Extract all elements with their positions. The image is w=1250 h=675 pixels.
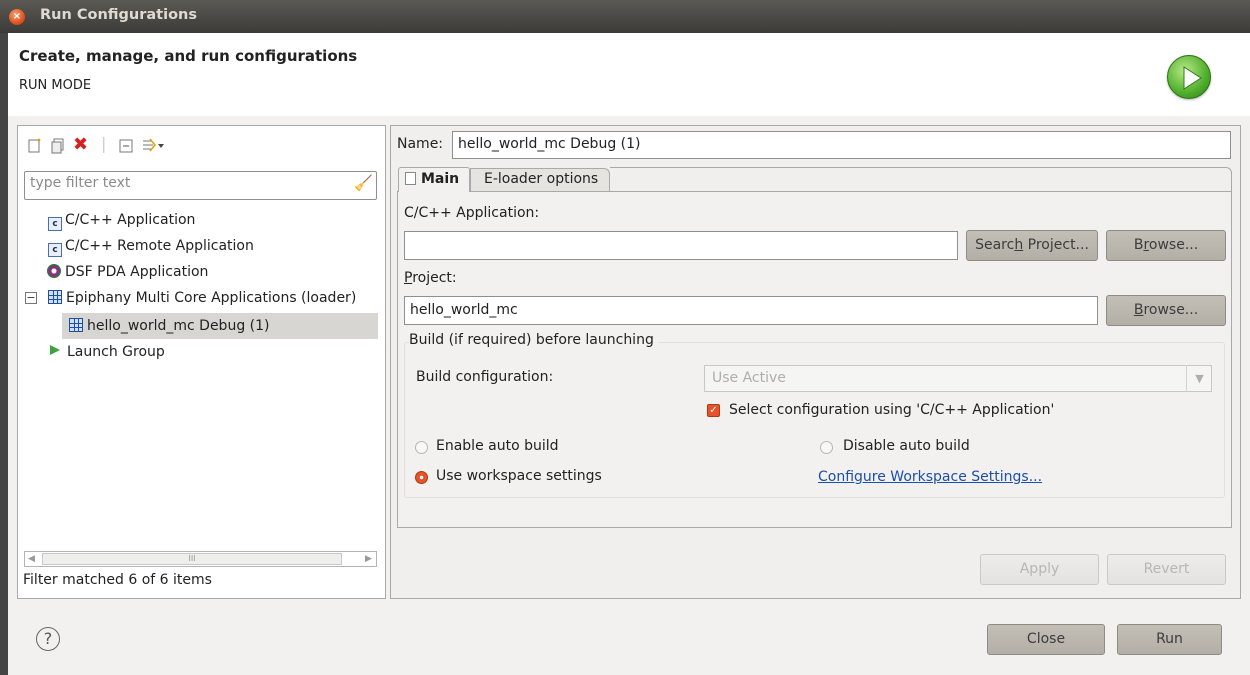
tree-item-c-remote-application[interactable]: c C/C++ Remote Application <box>48 234 254 258</box>
new-config-icon[interactable] <box>27 138 43 157</box>
collapse-all-icon[interactable] <box>118 138 134 157</box>
apply-button[interactable]: Apply <box>980 554 1099 585</box>
toolbar-separator: | <box>101 134 107 153</box>
clear-filter-icon[interactable]: 🧹 <box>354 174 373 192</box>
tab-e-loader-options[interactable]: E-loader options <box>470 168 610 191</box>
scroll-right-arrow-icon[interactable]: ▶ <box>365 551 372 567</box>
browse-app-button[interactable]: Browse... <box>1106 230 1226 261</box>
app-label: C/C++ Application: <box>404 205 540 221</box>
disable-auto-build-label: Disable auto build <box>843 438 970 454</box>
tab-strip <box>610 167 1232 192</box>
launch-icon <box>50 345 60 355</box>
name-input[interactable]: hello_world_mc Debug (1) <box>452 131 1231 159</box>
use-workspace-settings-label: Use workspace settings <box>436 468 602 484</box>
tree-item-launch-group[interactable]: Launch Group <box>47 340 165 364</box>
tree-item-dsf-pda-application[interactable]: DSF PDA Application <box>47 260 208 284</box>
window-close-icon[interactable]: × <box>9 9 25 25</box>
filter-status: Filter matched 6 of 6 items <box>23 572 212 588</box>
revert-button[interactable]: Revert <box>1107 554 1226 585</box>
chevron-down-icon: ▼ <box>1186 365 1212 392</box>
c-app-icon: c <box>48 243 62 257</box>
build-group-title: Build (if required) before launching <box>409 332 659 348</box>
window-left-edge <box>0 33 8 675</box>
scroll-left-arrow-icon[interactable]: ◀ <box>28 551 35 567</box>
delete-config-icon[interactable]: ✖ <box>73 136 88 154</box>
select-config-label: Select configuration using 'C/C++ Applic… <box>729 402 1055 418</box>
tab-main[interactable]: Main <box>398 167 470 192</box>
tree-item-hello-world-debug[interactable]: hello_world_mc Debug (1) <box>69 314 270 338</box>
grid-icon <box>48 290 62 304</box>
header-title: Create, manage, and run configurations <box>19 47 358 65</box>
window-title: Run Configurations <box>40 7 197 23</box>
filter-config-icon[interactable] <box>141 138 165 157</box>
project-input[interactable]: hello_world_mc <box>404 296 1098 325</box>
tree-collapse-toggle[interactable]: − <box>25 292 37 304</box>
configure-workspace-link[interactable]: Configure Workspace Settings... <box>818 469 1042 485</box>
tree-item-c-application[interactable]: c C/C++ Application <box>48 208 195 232</box>
use-workspace-settings-radio[interactable] <box>415 471 428 484</box>
duplicate-config-icon[interactable] <box>50 138 66 157</box>
close-button[interactable]: Close <box>987 624 1105 655</box>
help-icon[interactable]: ? <box>36 627 60 651</box>
enable-auto-build-label: Enable auto build <box>436 438 559 454</box>
app-input[interactable] <box>404 231 958 260</box>
c-app-icon: c <box>48 217 62 231</box>
header-subtitle: RUN MODE <box>19 78 92 93</box>
grid-icon <box>69 318 83 332</box>
dialog-header <box>8 33 1250 116</box>
run-banner-icon <box>1167 55 1211 99</box>
name-label: Name: <box>397 136 444 152</box>
scrollbar-thumb[interactable]: III <box>42 553 342 565</box>
pda-icon <box>47 264 61 278</box>
project-label: Project: <box>404 270 457 286</box>
run-button[interactable]: Run <box>1117 624 1222 655</box>
build-config-label: Build configuration: <box>416 369 554 385</box>
tree-item-epiphany-loader[interactable]: Epiphany Multi Core Applications (loader… <box>48 286 356 310</box>
disable-auto-build-radio[interactable] <box>820 441 833 454</box>
build-config-select[interactable]: Use Active <box>704 365 1212 392</box>
browse-project-button[interactable]: Browse... <box>1106 295 1226 326</box>
document-icon <box>405 172 416 185</box>
select-config-checkbox[interactable]: ✓ <box>707 404 720 417</box>
search-project-button[interactable]: Search Project... <box>966 230 1098 261</box>
filter-input[interactable]: type filter text <box>24 171 377 200</box>
enable-auto-build-radio[interactable] <box>415 441 428 454</box>
